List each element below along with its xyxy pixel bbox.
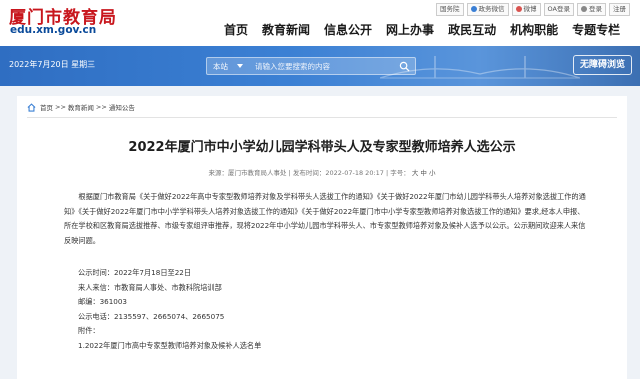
home-icon (27, 102, 36, 112)
nav-info-disclosure[interactable]: 信息公开 (317, 20, 379, 40)
attachment-link[interactable]: 1.2022年厦门市高中专家型教师培养对象及候补人选名单 (78, 339, 261, 354)
top-link-weibo[interactable]: 微博 (511, 3, 541, 16)
article-card: 首页 >> 教育新闻 >> 通知公告 2022年厦门市中小学幼儿园学科带头人及专… (17, 96, 627, 379)
site-domain: edu.xm.gov.cn (10, 24, 97, 36)
search-box: 本站 (206, 57, 416, 75)
search-input[interactable] (255, 59, 395, 73)
weibo-icon (515, 6, 522, 12)
nav-home[interactable]: 首页 (213, 20, 255, 40)
font-size-large[interactable]: 大 (412, 169, 419, 177)
breadcrumb-education-news[interactable]: 教育新闻 (68, 102, 94, 112)
page: 厦门市教育局 edu.xm.gov.cn 国务院 政务微信 微博 OA登录 登录… (0, 0, 640, 379)
nav-online-services[interactable]: 网上办事 (379, 20, 441, 40)
nav-organization[interactable]: 机构职能 (503, 20, 565, 40)
nav-interaction[interactable]: 政民互动 (441, 20, 503, 40)
search-icon[interactable] (399, 61, 410, 72)
current-date: 2022年7月20日 星期三 (9, 60, 96, 69)
font-size-medium[interactable]: 中 (420, 169, 427, 177)
banner: 2022年7月20日 星期三 本站 无障碍浏览 (0, 46, 640, 86)
breadcrumb-home[interactable]: 首页 (40, 102, 53, 112)
article-title: 2022年厦门市中小学幼儿园学科带头人及专家型教师培养人选公示 (128, 140, 516, 155)
article-meta: 来源：厦门市教育局人事处 | 发布时间：2022-07-18 20:17 | 字… (17, 167, 627, 177)
main-nav: 首页 教育新闻 信息公开 网上办事 政民互动 机构职能 专题专栏 (213, 20, 627, 40)
top-links: 国务院 政务微信 微博 OA登录 登录 注册 (436, 3, 630, 16)
breadcrumb-notices[interactable]: 通知公告 (109, 102, 135, 112)
breadcrumb-separator: >> (55, 103, 66, 111)
article-body: 根据厦门市教育局《关于做好2022年高中专家型教师培养对象及学科带头人选拔工作的… (64, 190, 586, 248)
site-header: 厦门市教育局 edu.xm.gov.cn 国务院 政务微信 微博 OA登录 登录… (0, 0, 640, 46)
article-info-list: 公示时间：2022年7月18日至22日 来人来信：市教育局人事处、市教科院培训部… (78, 266, 261, 353)
breadcrumb-separator: >> (95, 103, 107, 111)
info-line-period: 公示时间：2022年7月18日至22日 (78, 268, 192, 277)
top-link-wechat[interactable]: 政务微信 (466, 3, 509, 16)
user-icon (581, 6, 587, 12)
info-line-phone: 公示电话：2135597、2665074、2665075 (78, 311, 225, 321)
font-size-small[interactable]: 小 (429, 169, 436, 177)
chevron-down-icon[interactable] (237, 64, 243, 68)
nav-special-topics[interactable]: 专题专栏 (565, 20, 627, 40)
article-paragraph: 根据厦门市教育局《关于做好2022年高中专家型教师培养对象及学科带头人选拔工作的… (64, 192, 586, 245)
top-link-login[interactable]: 登录 (577, 3, 606, 16)
article-source-date: 来源：厦门市教育局人事处 | 发布时间：2022-07-18 20:17 | 字… (208, 169, 410, 177)
breadcrumb: 首页 >> 教育新闻 >> 通知公告 (27, 102, 135, 112)
search-scope-select[interactable]: 本站 (213, 61, 228, 72)
top-link-register[interactable]: 注册 (609, 3, 630, 16)
nav-education-news[interactable]: 教育新闻 (255, 20, 317, 40)
info-line-postcode: 邮编：361003 (78, 297, 128, 306)
top-link-oa-login[interactable]: OA登录 (543, 3, 574, 16)
accessible-browsing-button[interactable]: 无障碍浏览 (572, 55, 632, 75)
wechat-icon (470, 6, 477, 12)
top-link-state-council[interactable]: 国务院 (436, 3, 464, 16)
breadcrumb-divider (27, 117, 617, 118)
info-line-attachments: 附件： (78, 326, 100, 335)
info-line-contact: 来人来信：市教育局人事处、市教科院培训部 (78, 282, 222, 292)
